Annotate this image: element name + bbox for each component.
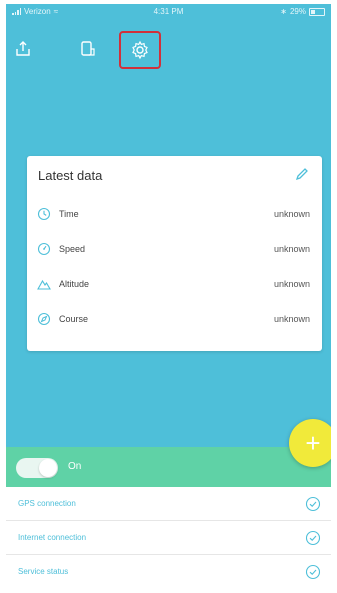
list-item-internet: Internet connection bbox=[6, 521, 331, 555]
status-list: GPS connection Internet connection Servi… bbox=[6, 487, 331, 589]
device-icon[interactable] bbox=[76, 38, 98, 60]
card-row-speed: Speed unknown bbox=[37, 239, 310, 259]
compass-icon bbox=[37, 312, 51, 326]
add-button[interactable]: + bbox=[289, 419, 331, 467]
app-screen: Verizon ≈ 4:31 PM ∗ 29% Latest data Time… bbox=[6, 4, 331, 589]
card-row-course: Course unknown bbox=[37, 309, 310, 329]
plus-icon: + bbox=[305, 428, 321, 458]
card-row-time: Time unknown bbox=[37, 204, 310, 224]
row-label: Speed bbox=[59, 244, 86, 254]
row-value: unknown bbox=[273, 314, 310, 324]
status-label: GPS connection bbox=[18, 499, 76, 508]
tracking-toggle[interactable] bbox=[16, 458, 58, 478]
speed-icon bbox=[37, 242, 51, 256]
pencil-icon[interactable] bbox=[294, 166, 310, 182]
row-label: Altitude bbox=[59, 279, 90, 289]
toolbar bbox=[6, 4, 331, 84]
status-label: Service status bbox=[18, 567, 69, 576]
gear-icon bbox=[132, 40, 148, 60]
card-title: Latest data bbox=[38, 168, 103, 183]
list-item-service: Service status bbox=[6, 555, 331, 589]
latest-data-card: Latest data Time unknown Speed unknown A… bbox=[27, 156, 322, 351]
mountain-icon bbox=[37, 277, 51, 291]
row-label: Course bbox=[59, 314, 89, 324]
share-icon[interactable] bbox=[12, 38, 34, 60]
tracking-toggle-bar: On bbox=[6, 447, 331, 487]
settings-button[interactable] bbox=[119, 31, 161, 69]
row-label: Time bbox=[59, 209, 79, 219]
row-value: unknown bbox=[273, 279, 310, 289]
toggle-label: On bbox=[68, 461, 82, 472]
clock-icon bbox=[37, 207, 51, 221]
list-item-gps: GPS connection bbox=[6, 487, 331, 521]
toggle-knob bbox=[39, 459, 57, 477]
row-value: unknown bbox=[273, 244, 310, 254]
check-circle-icon bbox=[305, 496, 321, 512]
check-circle-icon bbox=[305, 564, 321, 580]
check-circle-icon bbox=[305, 530, 321, 546]
card-row-altitude: Altitude unknown bbox=[37, 274, 310, 294]
status-label: Internet connection bbox=[18, 533, 87, 542]
row-value: unknown bbox=[273, 209, 310, 219]
